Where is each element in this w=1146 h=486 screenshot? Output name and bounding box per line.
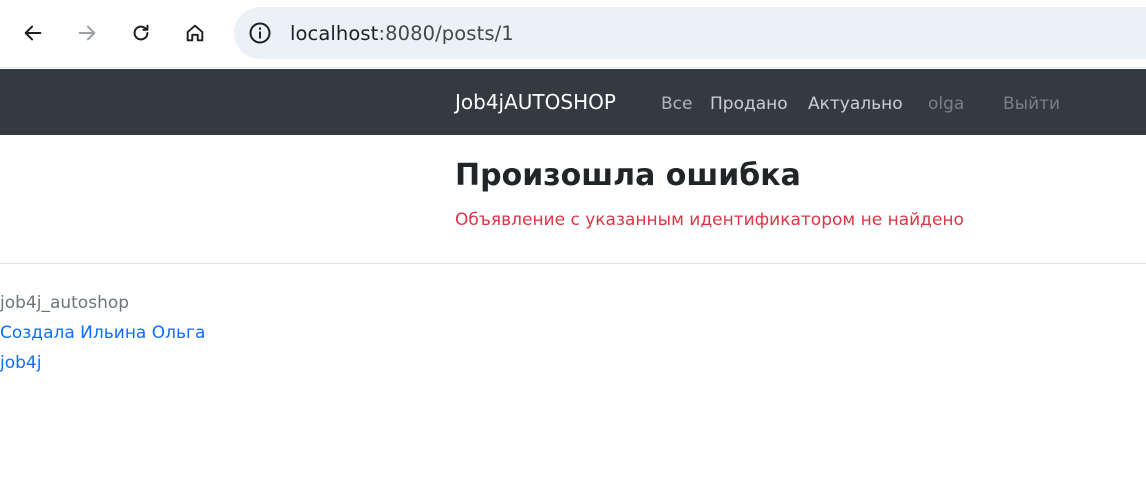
nav-link-actual[interactable]: Актуально bbox=[808, 94, 903, 114]
navbar-brand[interactable]: Job4jAUTOSHOP bbox=[455, 90, 616, 114]
job4j-link[interactable]: job4j bbox=[0, 348, 205, 378]
address-bar[interactable]: localhost:8080/posts/1 bbox=[234, 7, 1146, 59]
home-icon bbox=[186, 24, 204, 42]
forward-button[interactable] bbox=[70, 16, 104, 50]
nav-link-all[interactable]: Все bbox=[661, 94, 692, 114]
footer-brand: job4j_autoshop bbox=[0, 293, 130, 313]
arrow-right-icon bbox=[78, 25, 96, 41]
author-link[interactable]: Создала Ильина Ольга bbox=[0, 318, 205, 348]
back-button[interactable] bbox=[16, 16, 50, 50]
home-button[interactable] bbox=[178, 16, 212, 50]
nav-link-logout[interactable]: Выйти bbox=[1003, 94, 1060, 114]
info-icon[interactable] bbox=[248, 21, 272, 45]
reload-button[interactable] bbox=[124, 16, 158, 50]
url-path: :8080/posts/1 bbox=[378, 21, 514, 45]
error-message: Объявление с указанным идентификатором н… bbox=[455, 210, 964, 230]
nav-link-sold[interactable]: Продано bbox=[710, 94, 788, 114]
page-title: Произошла ошибка bbox=[455, 158, 801, 193]
url-host: localhost bbox=[290, 21, 379, 45]
footer: job4j_autoshop Создала Ильина Ольга job4… bbox=[0, 288, 205, 378]
browser-toolbar: localhost:8080/posts/1 bbox=[0, 0, 1146, 68]
arrow-left-icon bbox=[24, 25, 42, 41]
url-text[interactable]: localhost:8080/posts/1 bbox=[290, 22, 514, 45]
navbar: Job4jAUTOSHOP Все Продано Актуально olga… bbox=[0, 69, 1146, 135]
reload-icon bbox=[133, 24, 149, 41]
nav-user-name[interactable]: olga bbox=[928, 94, 964, 114]
footer-divider bbox=[0, 263, 1146, 264]
